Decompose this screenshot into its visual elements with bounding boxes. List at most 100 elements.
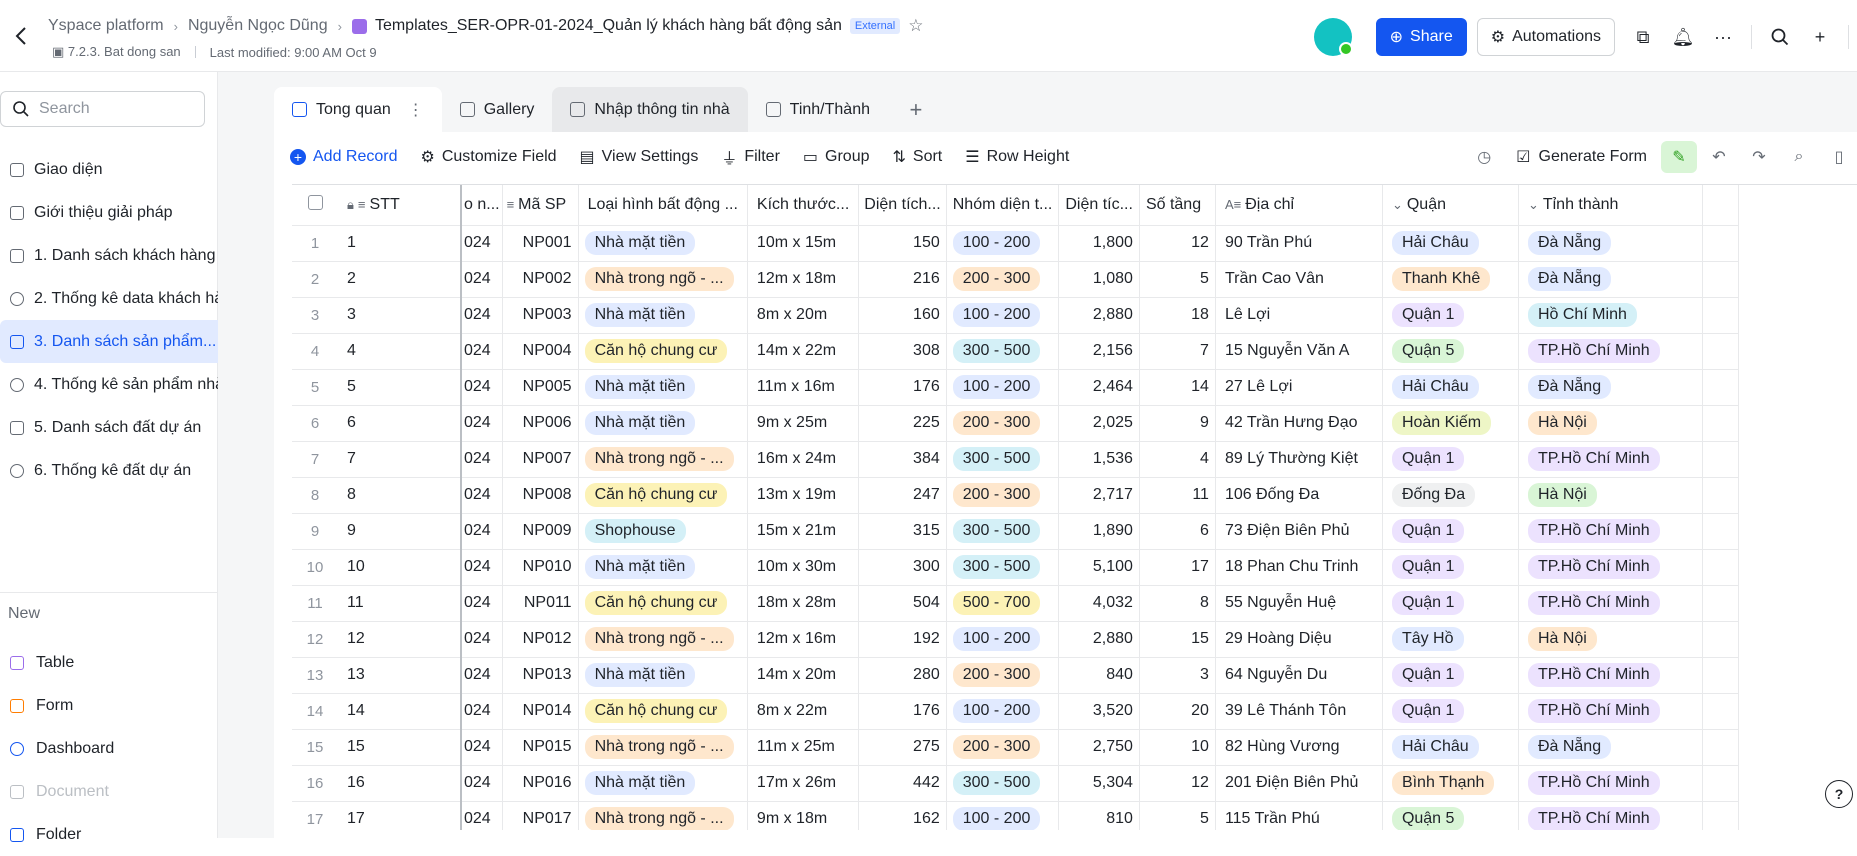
avatar[interactable] — [1313, 18, 1353, 56]
sidebar-item-danh-sach-dat[interactable]: 5. Danh sách đất dự án — [0, 406, 242, 449]
cell-dien-tich-2[interactable]: 1,536 — [1058, 441, 1140, 478]
cell-partial[interactable]: 024 — [461, 585, 503, 622]
cell-dia-chi[interactable]: 55 Nguyễn Huệ — [1215, 585, 1383, 622]
cell-dien-tich[interactable]: 275 — [858, 729, 947, 766]
cell-dien-tich[interactable]: 150 — [858, 225, 947, 262]
cell-stt[interactable]: 5 — [338, 369, 462, 406]
cell-so-tang[interactable]: 9 — [1139, 405, 1216, 442]
cell-dien-tich[interactable]: 280 — [858, 657, 947, 694]
cell-partial[interactable]: 024 — [461, 333, 503, 370]
cell-ma-sp[interactable]: NP004 — [502, 333, 579, 370]
cell-dia-chi[interactable]: 27 Lê Lợi — [1215, 369, 1383, 406]
cell-nhom-dien-tich[interactable]: 500 - 700 — [946, 585, 1060, 622]
cell-ma-sp[interactable]: NP012 — [502, 621, 579, 658]
view-settings-button[interactable]: ▤ View Settings — [580, 147, 699, 167]
cell-partial[interactable]: 024 — [461, 441, 503, 478]
new-document-button[interactable]: Document — [0, 770, 114, 813]
cell-stt[interactable]: 9 — [338, 513, 462, 550]
cell-so-tang[interactable]: 14 — [1139, 369, 1216, 406]
expand-icon[interactable]: ▯ — [1821, 141, 1857, 173]
cell-stt[interactable]: 14 — [338, 693, 462, 730]
cell-dien-tich[interactable]: 308 — [858, 333, 947, 370]
cell-stt[interactable]: 13 — [338, 657, 462, 694]
cell-dien-tich[interactable]: 192 — [858, 621, 947, 658]
cell-ma-sp[interactable]: NP001 — [502, 225, 579, 262]
cell-nhom-dien-tich[interactable]: 200 - 300 — [946, 477, 1060, 514]
cell-quan[interactable]: Quận 1 — [1382, 549, 1519, 586]
cell-nhom-dien-tich[interactable]: 100 - 200 — [946, 225, 1060, 262]
cell-dien-tich-2[interactable]: 2,750 — [1058, 729, 1140, 766]
cell-tinh-thanh[interactable]: Đà Nẵng — [1518, 261, 1703, 298]
cell-loai-hinh[interactable]: Nhà trong ngõ - ... — [578, 441, 748, 478]
cell-partial[interactable]: 024 — [461, 513, 503, 550]
cell-kich-thuoc[interactable]: 11m x 25m — [747, 729, 860, 766]
cell-tinh-thanh[interactable]: TP.Hồ Chí Minh — [1518, 657, 1703, 694]
cell-kich-thuoc[interactable]: 8m x 22m — [747, 693, 860, 730]
row-height-button[interactable]: ☰ Row Height — [965, 147, 1069, 167]
cell-nhom-dien-tich[interactable]: 300 - 500 — [946, 441, 1060, 478]
column-header-loai-hinh[interactable]: Loại hình bất động ... — [578, 185, 748, 226]
cell-dien-tich-2[interactable]: 5,100 — [1058, 549, 1140, 586]
cell-stt[interactable]: 8 — [338, 477, 462, 514]
cell-kich-thuoc[interactable]: 13m x 19m — [747, 477, 860, 514]
cell-dien-tich[interactable]: 315 — [858, 513, 947, 550]
cell-quan[interactable]: Hải Châu — [1382, 729, 1519, 766]
cell-nhom-dien-tich[interactable]: 300 - 500 — [946, 549, 1060, 586]
cell-loai-hinh[interactable]: Nhà trong ngõ - ... — [578, 621, 748, 658]
cell-dien-tich[interactable]: 216 — [858, 261, 947, 298]
cell-dia-chi[interactable]: 39 Lê Thánh Tôn — [1215, 693, 1383, 730]
column-header-nhom-dien-tich[interactable]: Nhóm diện t... — [946, 185, 1060, 226]
cell-kich-thuoc[interactable]: 10m x 15m — [747, 225, 860, 262]
cell-quan[interactable]: Quận 1 — [1382, 513, 1519, 550]
cell-partial[interactable]: 024 — [461, 225, 503, 262]
cell-loai-hinh[interactable]: Nhà mặt tiền — [578, 549, 748, 586]
cell-quan[interactable]: Hải Châu — [1382, 369, 1519, 406]
star-icon[interactable]: ☆ — [908, 16, 923, 36]
cell-ma-sp[interactable]: NP005 — [502, 369, 579, 406]
column-header-dien-tich[interactable]: Diện tích... — [858, 185, 947, 226]
cell-loai-hinh[interactable]: Nhà mặt tiền — [578, 225, 748, 262]
cell-stt[interactable]: 10 — [338, 549, 462, 586]
cell-dien-tich[interactable]: 160 — [858, 297, 947, 334]
cell-dien-tich-2[interactable]: 2,717 — [1058, 477, 1140, 514]
cell-quan[interactable]: Hải Châu — [1382, 225, 1519, 262]
cell-kich-thuoc[interactable]: 12m x 16m — [747, 621, 860, 658]
cell-nhom-dien-tich[interactable]: 100 - 200 — [946, 297, 1060, 334]
cell-tinh-thanh[interactable]: Hồ Chí Minh — [1518, 297, 1703, 334]
cell-stt[interactable]: 6 — [338, 405, 462, 442]
table-row[interactable]: 7 7 024 NP007 Nhà trong ngõ - ... 16m x … — [292, 441, 1739, 478]
cell-quan[interactable]: Thanh Khê — [1382, 261, 1519, 298]
cell-dien-tich-2[interactable]: 5,304 — [1058, 765, 1140, 802]
cell-nhom-dien-tich[interactable]: 100 - 200 — [946, 621, 1060, 658]
cell-partial[interactable]: 024 — [461, 657, 503, 694]
add-view-icon[interactable]: + — [896, 87, 936, 132]
cell-ma-sp[interactable]: NP008 — [502, 477, 579, 514]
cell-tinh-thanh[interactable]: Đà Nẵng — [1518, 225, 1703, 262]
cell-tinh-thanh[interactable]: Hà Nội — [1518, 621, 1703, 658]
table-row[interactable]: 9 9 024 NP009 Shophouse 15m x 21m 315 30… — [292, 513, 1739, 550]
cell-so-tang[interactable]: 12 — [1139, 225, 1216, 262]
tab-tong-quan[interactable]: Tong quan ⋮ — [274, 87, 442, 132]
cell-quan[interactable]: Tây Hồ — [1382, 621, 1519, 658]
automations-button[interactable]: ⚙ Automations — [1476, 18, 1615, 56]
cell-dia-chi[interactable]: 89 Lý Thường Kiệt — [1215, 441, 1383, 478]
search-records-icon[interactable]: ⌕ — [1781, 141, 1817, 173]
cell-stt[interactable]: 1 — [338, 225, 462, 262]
cell-loai-hinh[interactable]: Nhà mặt tiền — [578, 657, 748, 694]
folder-location[interactable]: ▣ 7.2.3. Bat dong san — [52, 44, 181, 60]
cell-nhom-dien-tich[interactable]: 200 - 300 — [946, 657, 1060, 694]
cell-dien-tich-2[interactable]: 1,890 — [1058, 513, 1140, 550]
cell-dien-tich-2[interactable]: 2,464 — [1058, 369, 1140, 406]
cell-quan[interactable]: Quận 5 — [1382, 333, 1519, 370]
cell-dia-chi[interactable]: 29 Hoàng Diệu — [1215, 621, 1383, 658]
table-row[interactable]: 16 16 024 NP016 Nhà mặt tiền 17m x 26m 4… — [292, 765, 1739, 802]
horizontal-scrollbar[interactable] — [292, 830, 1857, 838]
cell-kich-thuoc[interactable]: 8m x 20m — [747, 297, 860, 334]
table-row[interactable]: 14 14 024 NP014 Căn hộ chung cư 8m x 22m… — [292, 693, 1739, 730]
cell-stt[interactable]: 12 — [338, 621, 462, 658]
cell-nhom-dien-tich[interactable]: 100 - 200 — [946, 693, 1060, 730]
cell-loai-hinh[interactable]: Shophouse — [578, 513, 748, 550]
cell-dia-chi[interactable]: 73 Điện Biên Phủ — [1215, 513, 1383, 550]
sidebar-item-gioi-thieu[interactable]: Giới thiệu giải pháp — [0, 191, 242, 234]
select-all-checkbox[interactable] — [292, 185, 338, 226]
